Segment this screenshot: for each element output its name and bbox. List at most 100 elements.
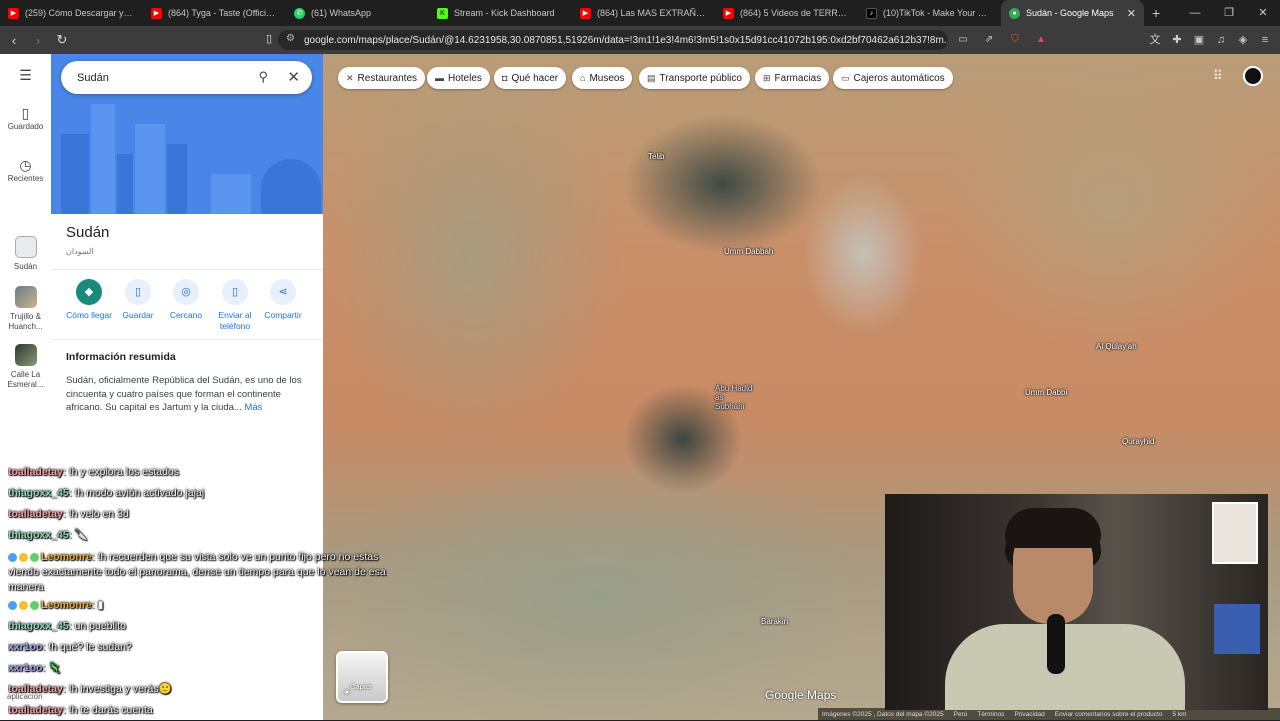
wallet-icon[interactable]: ◈ <box>1236 32 1250 48</box>
browser-tab[interactable]: ▶(864) Las MAS EXTRAÑAS CIN <box>572 0 715 26</box>
saved-button[interactable]: ▯ Guardado <box>0 105 51 132</box>
chat-message: toalladetay: !h velo en 3d <box>8 508 129 520</box>
browser-tab[interactable]: ▶(864) 5 Videos de TERROR EXT <box>715 0 858 26</box>
brave-shield-icon[interactable]: ⛉ <box>1007 32 1023 48</box>
hamburger-icon: ☰ <box>19 67 32 83</box>
close-tab-icon[interactable]: ✕ <box>1127 7 1136 20</box>
map-label[interactable]: Qurayhid <box>1122 437 1154 446</box>
browser-tab[interactable]: ♪ (10)TikTok - Make Your Day <box>858 0 1001 26</box>
region-link[interactable]: Perú <box>954 711 968 718</box>
recent-trujillo[interactable]: Trujillo & Huanch... <box>0 286 51 332</box>
browser-tab-bar: ▶(259) Cómo Descargar y Config ▶(864) Ty… <box>0 0 1280 26</box>
divider <box>51 269 323 270</box>
divider <box>51 339 323 340</box>
omnibox-actions: ▭ ⇗ ⛉ ▲ <box>955 32 1049 48</box>
badge-icon <box>19 600 28 610</box>
directions-button[interactable]: ◆ Cómo llegar <box>61 279 117 321</box>
history-icon: ◷ <box>19 157 32 173</box>
about-text: Sudán, oficialmente República del Sudán,… <box>66 375 302 413</box>
maps-icon: ● <box>1009 7 1020 19</box>
map-label[interactable]: Umm Dabbi <box>1025 388 1067 397</box>
chip-transit[interactable]: ▤ Transporte público <box>639 67 750 89</box>
nearby-icon: ◎ <box>173 279 199 305</box>
translate-icon[interactable]: 文 <box>1148 32 1162 48</box>
chat-message: toalladetay: !h investiga y verás🙂 <box>8 683 172 695</box>
site-info-icon[interactable]: ⚙ <box>286 33 295 44</box>
recent-sudan[interactable]: Sudán <box>0 236 51 272</box>
terms-link[interactable]: Términos <box>977 711 1004 718</box>
map-label[interactable]: Abu Hadid as Subhani <box>715 384 755 411</box>
recent-calle[interactable]: Calle La Esmeral... <box>0 344 51 390</box>
chip-hotels[interactable]: ▬ Hoteles <box>427 67 490 89</box>
maximize-icon[interactable]: ❐ <box>1212 0 1246 26</box>
calle-thumbnail <box>14 344 37 366</box>
url-field[interactable]: ⚙ google.com/maps/place/Sudán/@14.6231958… <box>278 30 948 50</box>
map-label[interactable]: Al Qulay'ah <box>1096 342 1137 351</box>
more-link[interactable]: Más <box>244 402 262 413</box>
chip-museums[interactable]: ⌂ Museos <box>572 67 633 89</box>
address-bar-row: ‹ › ↻ ▯ ⚙ google.com/maps/place/Sudán/@14… <box>0 26 1280 54</box>
place-title: Sudán <box>66 224 110 241</box>
chat-message: toalladetay: !h y explora los estados <box>8 466 180 478</box>
apps-grid-icon[interactable]: ⠿ <box>1213 68 1223 84</box>
chip-things-to-do[interactable]: ◘ Qué hacer <box>494 67 567 89</box>
chip-restaurants[interactable]: ✕ Restaurantes <box>338 67 426 89</box>
bookmark-icon: ▯ <box>21 105 30 121</box>
browser-tab[interactable]: ▶(259) Cómo Descargar y Config <box>0 0 143 26</box>
nearby-button[interactable]: ◎ Cercano <box>158 279 214 321</box>
tiktok-icon: ♪ <box>866 7 877 19</box>
close-icon[interactable]: ✕ <box>287 68 300 86</box>
new-tab-icon[interactable]: + <box>1144 5 1168 21</box>
minimize-icon[interactable]: — <box>1178 0 1212 26</box>
menu-icon[interactable]: ≡ <box>1258 32 1272 48</box>
window-controls: — ❐ ✕ <box>1178 0 1280 26</box>
badge-icon <box>8 600 17 610</box>
chat-message: thiagoxx_45: un pueblito <box>8 620 126 632</box>
chip-pharmacies[interactable]: ⊞ Farmacias <box>755 67 830 89</box>
privacy-link[interactable]: Privacidad <box>1014 711 1044 718</box>
extensions-icon[interactable]: ✚ <box>1170 32 1184 48</box>
chat-message: toalladetay: !h te darás cuenta <box>8 704 153 716</box>
share-button[interactable]: ⋖ Compartir <box>255 279 311 321</box>
stream-chat-overlay: toalladetay: !h y explora los estados th… <box>8 462 388 721</box>
search-icon[interactable]: ⚲ <box>258 69 268 85</box>
browser-tab[interactable]: K Stream - Kick Dashboard <box>429 0 572 26</box>
badge-icon <box>30 552 39 562</box>
share-icon[interactable]: ⇗ <box>981 32 997 48</box>
scale-label: 5 km <box>1172 710 1187 718</box>
browser-tab-active[interactable]: ● Sudán - Google Maps ✕ <box>1001 0 1144 26</box>
browser-tab[interactable]: ✆ (61) WhatsApp <box>286 0 429 26</box>
avatar[interactable] <box>1243 66 1263 86</box>
rewards-icon[interactable]: ▲ <box>1033 32 1049 48</box>
youtube-icon: ▶ <box>723 7 734 19</box>
map-label[interactable]: Barakin <box>761 617 788 626</box>
forward-icon[interactable]: › <box>28 33 48 48</box>
bookmark-star-icon[interactable]: ▯ <box>259 32 279 45</box>
youtube-icon: ▶ <box>580 7 591 19</box>
place-subtitle: السودان <box>66 247 94 256</box>
cast-icon[interactable]: ▭ <box>955 32 971 48</box>
media-icon[interactable]: ♫ <box>1214 32 1228 48</box>
back-icon[interactable]: ‹ <box>4 33 24 48</box>
whatsapp-icon: ✆ <box>294 7 305 19</box>
youtube-icon: ▶ <box>151 7 162 19</box>
browser-tab[interactable]: ▶(864) Tyga - Taste (Official Vide <box>143 0 286 26</box>
chat-message: Leomonre: ▮ <box>8 595 388 616</box>
kick-icon: K <box>437 7 448 19</box>
bed-icon: ▬ <box>435 73 444 83</box>
reload-icon[interactable]: ↻ <box>52 32 72 48</box>
browser-extensions: 文 ✚ ▣ ♫ ◈ ≡ <box>1148 32 1272 48</box>
map-label[interactable]: Umm Dabbah <box>724 247 773 256</box>
menu-button[interactable]: ☰ <box>0 67 51 84</box>
search-box[interactable]: Sudán ⚲ ✕ <box>61 61 312 94</box>
chat-message: Leomonre: !h recuerden que su vista solo… <box>8 551 386 593</box>
feedback-link[interactable]: Enviar comentarios sobre el producto <box>1055 711 1163 718</box>
atm-icon: ▭ <box>841 72 850 83</box>
close-window-icon[interactable]: ✕ <box>1246 0 1280 26</box>
trujillo-thumbnail <box>14 286 37 308</box>
sidebar-icon[interactable]: ▣ <box>1192 32 1206 48</box>
map-label[interactable]: Telib <box>648 152 664 161</box>
recent-button[interactable]: ◷ Recientes <box>0 157 51 184</box>
chat-message: thiagoxx_45: 🔪 <box>8 529 88 541</box>
chip-atms[interactable]: ▭ Cajeros automáticos <box>833 67 953 89</box>
